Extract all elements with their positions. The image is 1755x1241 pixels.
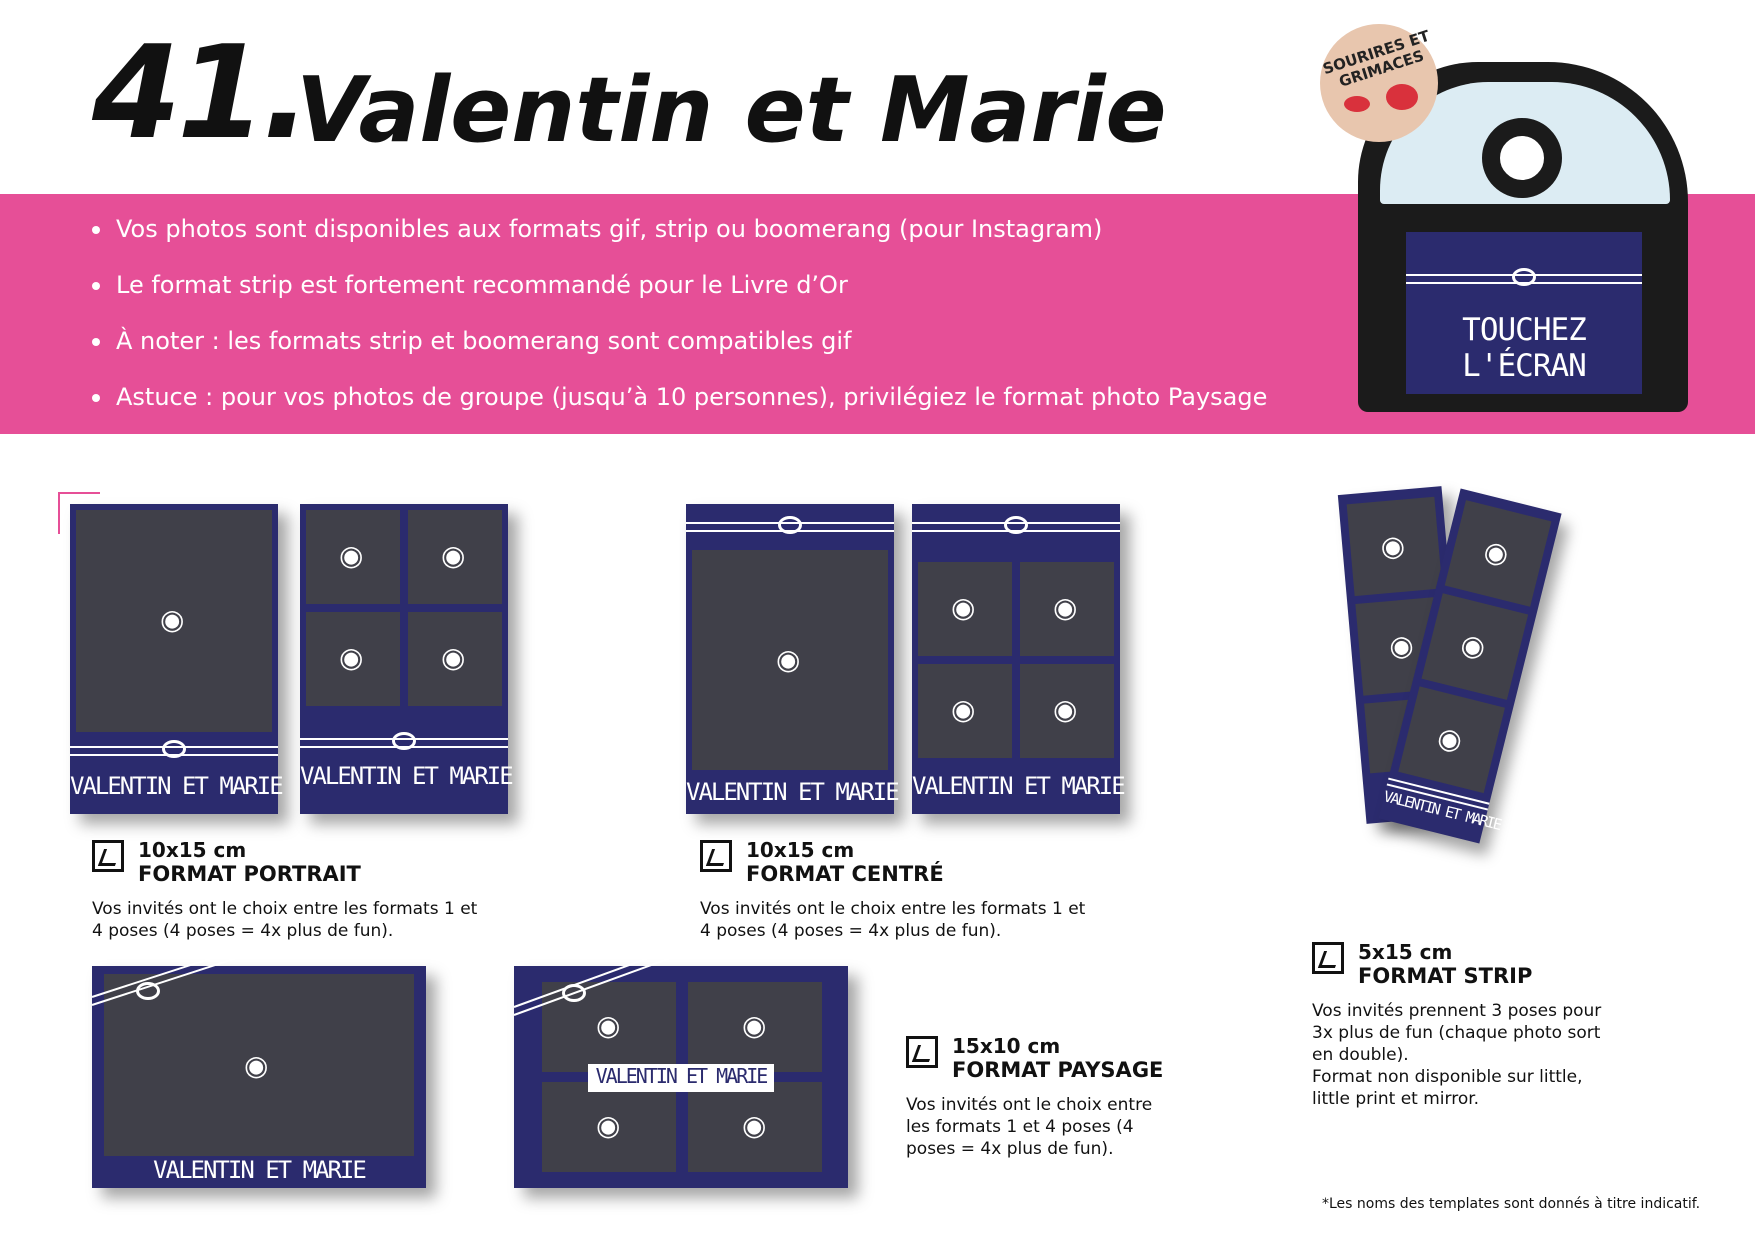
page-title: Valentin et Marie	[296, 58, 1167, 163]
camera-icon: ◉	[339, 641, 364, 674]
photo-slot: ◉	[408, 510, 502, 604]
knot-icon	[778, 516, 802, 534]
photo-slot: ◉	[76, 510, 272, 732]
caption-centre: 10x15 cm FORMAT CENTRÉ Vos invités ont l…	[700, 838, 1120, 948]
camera-icon: ◉	[1387, 628, 1416, 664]
knot-icon	[1512, 268, 1536, 286]
photo-slot: ◉	[1421, 593, 1529, 700]
camera-icon: ◉	[1457, 626, 1490, 665]
format-size-icon	[906, 1036, 938, 1068]
camera-icon: ◉	[776, 643, 801, 676]
format-description: Vos invités prennent 3 poses pour 3x plu…	[1312, 1001, 1602, 1109]
camera-icon: ◉	[1053, 591, 1078, 624]
bullet-item: Astuce : pour vos photos de groupe (jusq…	[88, 378, 1267, 434]
caption-paysage: 15x10 cm FORMAT PAYSAGE Vos invités ont …	[906, 1034, 1186, 1164]
tongue-icon	[1386, 84, 1418, 110]
knot-icon	[1004, 516, 1028, 534]
bullet-item: À noter : les formats strip et boomerang…	[88, 322, 1267, 378]
format-description: Vos invités ont le choix entre les forma…	[92, 899, 478, 941]
knot-icon	[392, 732, 416, 750]
format-size: 10x15 cm	[746, 838, 855, 862]
camera-icon: ◉	[441, 641, 466, 674]
camera-icon: ◉	[244, 1049, 269, 1082]
format-size-icon	[1312, 942, 1344, 974]
knot-icon	[136, 982, 160, 1000]
template-label: VALENTIN ET MARIE	[912, 772, 1126, 800]
camera-lens-icon	[1482, 118, 1562, 198]
camera-icon: ◉	[1480, 533, 1513, 572]
lips-icon	[1344, 96, 1370, 112]
template-label: VALENTIN ET MARIE	[686, 778, 900, 806]
camera-icon: ◉	[951, 693, 976, 726]
camera-icon: ◉	[596, 1109, 621, 1142]
photo-slot: ◉	[1444, 500, 1552, 607]
camera-icon: ◉	[596, 1009, 621, 1042]
format-name: FORMAT CENTRÉ	[746, 862, 944, 886]
camera-icon: ◉	[339, 539, 364, 572]
touch-screen-text: TOUCHEZ L'ÉCRAN	[1462, 312, 1587, 384]
photo-slot: ◉	[918, 562, 1012, 656]
camera-icon: ◉	[742, 1109, 767, 1142]
info-bullets: Vos photos sont disponibles aux formats …	[88, 210, 1267, 434]
knot-icon	[562, 984, 586, 1002]
camera-icon: ◉	[1434, 719, 1466, 758]
format-size-icon	[700, 840, 732, 872]
bullet-item: Le format strip est fortement recommandé…	[88, 266, 1267, 322]
footnote: *Les noms des templates sont donnés à ti…	[1322, 1196, 1701, 1212]
format-description: Vos invités ont le choix entre les forma…	[700, 899, 1086, 941]
camera-icon: ◉	[441, 539, 466, 572]
photo-slot: ◉	[688, 982, 822, 1072]
photo-slot: ◉	[1020, 664, 1114, 758]
camera-icon: ◉	[742, 1009, 767, 1042]
photo-slot: ◉	[542, 1082, 676, 1172]
photo-slot: ◉	[104, 974, 414, 1156]
format-size: 5x15 cm	[1358, 940, 1453, 964]
template-label: VALENTIN ET MARIE	[70, 772, 284, 800]
page-number: 41.	[92, 19, 311, 168]
portrait-1-pose-card: ◉ VALENTIN ET MARIE	[70, 504, 284, 814]
format-size-icon	[92, 840, 124, 872]
knot-icon	[162, 740, 186, 758]
camera-icon: ◉	[1053, 693, 1078, 726]
photo-slot: ◉	[692, 550, 888, 770]
photo-slot: ◉	[1346, 496, 1443, 597]
paysage-1-pose-card: ◉ VALENTIN ET MARIE	[91, 949, 426, 1188]
camera-icon: ◉	[951, 591, 976, 624]
bullet-item: Vos photos sont disponibles aux formats …	[88, 210, 1267, 266]
format-size: 15x10 cm	[952, 1034, 1061, 1058]
photo-slot: ◉	[1398, 686, 1505, 794]
photo-slot: ◉	[918, 664, 1012, 758]
photo-slot: ◉	[306, 612, 400, 706]
photo-slot: ◉	[306, 510, 400, 604]
photo-slot: ◉	[688, 1082, 822, 1172]
template-label: VALENTIN ET MARIE	[595, 1064, 769, 1088]
portrait-4-poses-card: ◉ ◉ ◉ ◉ VALENTIN ET MARIE	[300, 504, 514, 814]
format-description: Vos invités ont le choix entre les forma…	[906, 1095, 1153, 1159]
template-label: VALENTIN ET MARIE	[153, 1156, 367, 1184]
paysage-4-poses-card: ◉ ◉ ◉ ◉ VALENTIN ET MARIE	[513, 947, 848, 1188]
template-label: VALENTIN ET MARIE	[1381, 787, 1503, 834]
camera-icon: ◉	[1379, 528, 1407, 564]
photo-slot: ◉	[1020, 562, 1114, 656]
caption-strip: 5x15 cm FORMAT STRIP Vos invités prennen…	[1312, 940, 1612, 1120]
label-banner: VALENTIN ET MARIE	[588, 1064, 774, 1092]
centre-4-poses-card: ◉ ◉ ◉ ◉ VALENTIN ET MARIE	[912, 504, 1126, 814]
photo-slot: ◉	[408, 612, 502, 706]
format-name: FORMAT PORTRAIT	[138, 862, 361, 886]
format-name: FORMAT PAYSAGE	[952, 1058, 1164, 1082]
format-size: 10x15 cm	[138, 838, 247, 862]
camera-icon: ◉	[160, 603, 185, 636]
template-label: VALENTIN ET MARIE	[300, 762, 514, 790]
centre-1-pose-card: ◉ VALENTIN ET MARIE	[686, 504, 900, 814]
format-name: FORMAT STRIP	[1358, 964, 1533, 988]
caption-portrait: 10x15 cm FORMAT PORTRAIT Vos invités ont…	[92, 838, 512, 948]
